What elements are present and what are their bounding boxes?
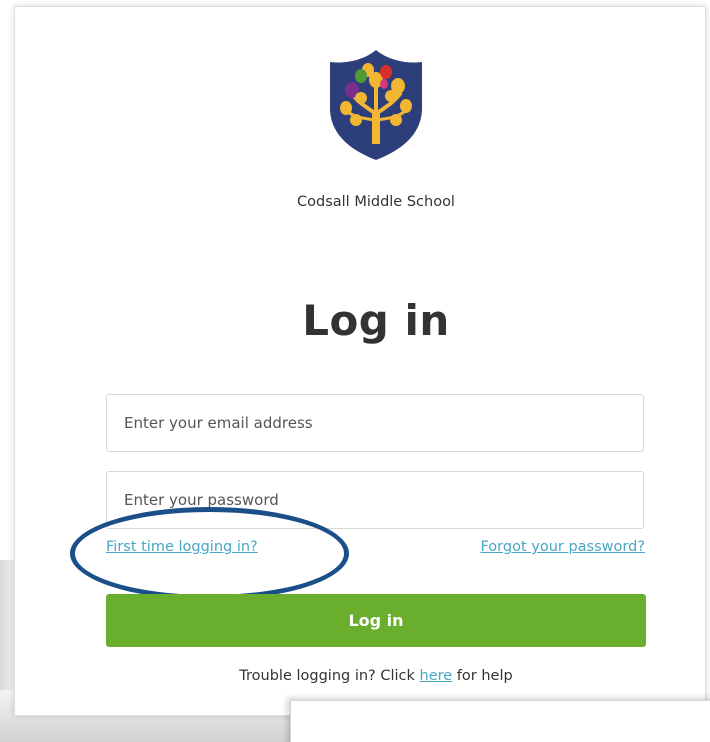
help-text-prefix: Trouble logging in? Click <box>239 668 420 684</box>
password-field[interactable] <box>106 471 644 529</box>
login-button[interactable]: Log in <box>106 594 646 647</box>
school-name: Codsall Middle School <box>297 194 455 210</box>
help-text: Trouble logging in? Click here for help <box>0 668 710 684</box>
school-crest-logo <box>330 50 422 160</box>
overlapping-panel <box>290 700 710 742</box>
help-link[interactable]: here <box>420 668 453 684</box>
forgot-password-link[interactable]: Forgot your password? <box>480 539 645 555</box>
screenshot-stage: Codsall Middle School Log in First time … <box>0 0 710 742</box>
help-text-suffix: for help <box>452 668 513 684</box>
first-time-login-link[interactable]: First time logging in? <box>106 539 258 555</box>
email-field[interactable] <box>106 394 644 452</box>
page-title: Log in <box>302 296 450 345</box>
